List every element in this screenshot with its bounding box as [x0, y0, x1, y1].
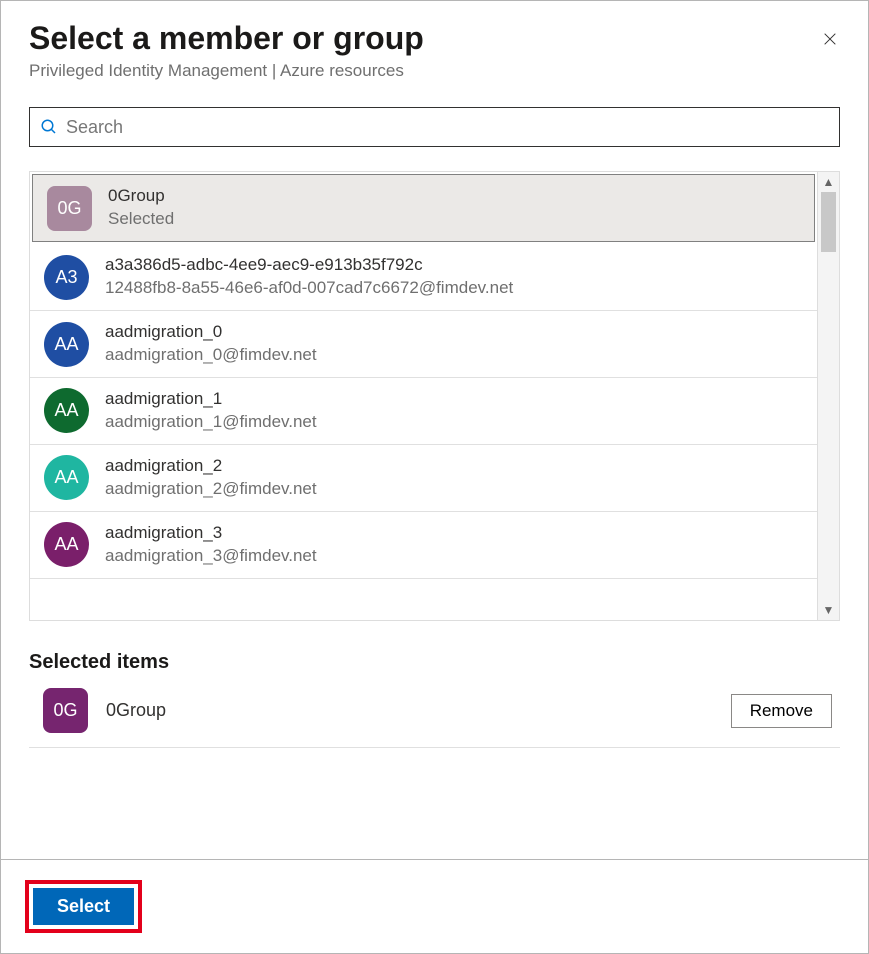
- member-name: aadmigration_1: [105, 388, 317, 411]
- member-sub: aadmigration_0@fimdev.net: [105, 344, 317, 367]
- member-sub: aadmigration_1@fimdev.net: [105, 411, 317, 434]
- avatar: AA: [44, 322, 89, 367]
- panel-header: Select a member or group Privileged Iden…: [1, 1, 868, 89]
- selected-items-section: Selected items 0G 0Group Remove: [29, 651, 840, 748]
- selected-items-title: Selected items: [29, 651, 840, 674]
- member-name: 0Group: [108, 185, 174, 208]
- member-text: aadmigration_1aadmigration_1@fimdev.net: [105, 388, 317, 434]
- member-name: aadmigration_2: [105, 455, 317, 478]
- scrollbar[interactable]: ▲ ▼: [817, 172, 839, 620]
- panel-title: Select a member or group: [29, 19, 840, 57]
- panel-subtitle: Privileged Identity Management | Azure r…: [29, 61, 840, 81]
- member-row[interactable]: AA aadmigration_3aadmigration_3@fimdev.ne…: [30, 512, 817, 579]
- member-sub: aadmigration_2@fimdev.net: [105, 478, 317, 501]
- member-text: a3a386d5-adbc-4ee9-aec9-e913b35f792c1248…: [105, 254, 513, 300]
- remove-button[interactable]: Remove: [731, 694, 832, 728]
- panel-body: 0G0GroupSelectedA3a3a386d5-adbc-4ee9-aec…: [1, 89, 868, 859]
- close-icon: [822, 29, 838, 49]
- selected-items-list: 0G 0Group Remove: [29, 674, 840, 748]
- scroll-up-icon[interactable]: ▲: [823, 172, 835, 192]
- member-name: aadmigration_0: [105, 321, 317, 344]
- selected-item-row: 0G 0Group Remove: [29, 674, 840, 748]
- member-name: aadmigration_3: [105, 522, 317, 545]
- member-row[interactable]: AA aadmigration_2aadmigration_2@fimdev.ne…: [30, 445, 817, 512]
- member-list-container: 0G 0GroupSelected A3 a3a386d5-adbc-4ee9-aec…: [29, 171, 840, 621]
- member-text: 0GroupSelected: [108, 185, 174, 231]
- member-sub: aadmigration_3@fimdev.net: [105, 545, 317, 568]
- select-button[interactable]: Select: [33, 888, 134, 925]
- member-row[interactable]: AA aadmigration_0aadmigration_0@fimdev.ne…: [30, 311, 817, 378]
- member-list: 0G 0GroupSelected A3 a3a386d5-adbc-4ee9-aec…: [30, 172, 817, 620]
- member-row[interactable]: AA aadmigration_1aadmigration_1@fimdev.ne…: [30, 378, 817, 445]
- scroll-track[interactable]: [818, 192, 839, 600]
- avatar: 0G: [47, 186, 92, 231]
- avatar: AA: [44, 455, 89, 500]
- avatar: AA: [44, 522, 89, 567]
- scroll-thumb[interactable]: [821, 192, 836, 252]
- member-text: aadmigration_2aadmigration_2@fimdev.net: [105, 455, 317, 501]
- member-text: aadmigration_3aadmigration_3@fimdev.net: [105, 522, 317, 568]
- member-name: a3a386d5-adbc-4ee9-aec9-e913b35f792c: [105, 254, 513, 277]
- avatar: 0G: [43, 688, 88, 733]
- member-sub: 12488fb8-8a55-46e6-af0d-007cad7c6672@fim…: [105, 277, 513, 300]
- member-sub: Selected: [108, 208, 174, 231]
- avatar: AA: [44, 388, 89, 433]
- select-button-highlight: Select: [25, 880, 142, 933]
- search-icon: [40, 118, 58, 136]
- member-row[interactable]: A3 a3a386d5-adbc-4ee9-aec9-e913b35f792c12…: [30, 244, 817, 311]
- search-box[interactable]: [29, 107, 840, 147]
- scroll-down-icon[interactable]: ▼: [823, 600, 835, 620]
- member-row[interactable]: 0G 0GroupSelected: [32, 174, 815, 242]
- search-input[interactable]: [66, 113, 829, 142]
- member-text: aadmigration_0aadmigration_0@fimdev.net: [105, 321, 317, 367]
- panel-footer: Select: [1, 859, 868, 953]
- select-member-panel: Select a member or group Privileged Iden…: [0, 0, 869, 954]
- avatar: A3: [44, 255, 89, 300]
- selected-item-name: 0Group: [106, 700, 166, 721]
- close-button[interactable]: [816, 25, 844, 53]
